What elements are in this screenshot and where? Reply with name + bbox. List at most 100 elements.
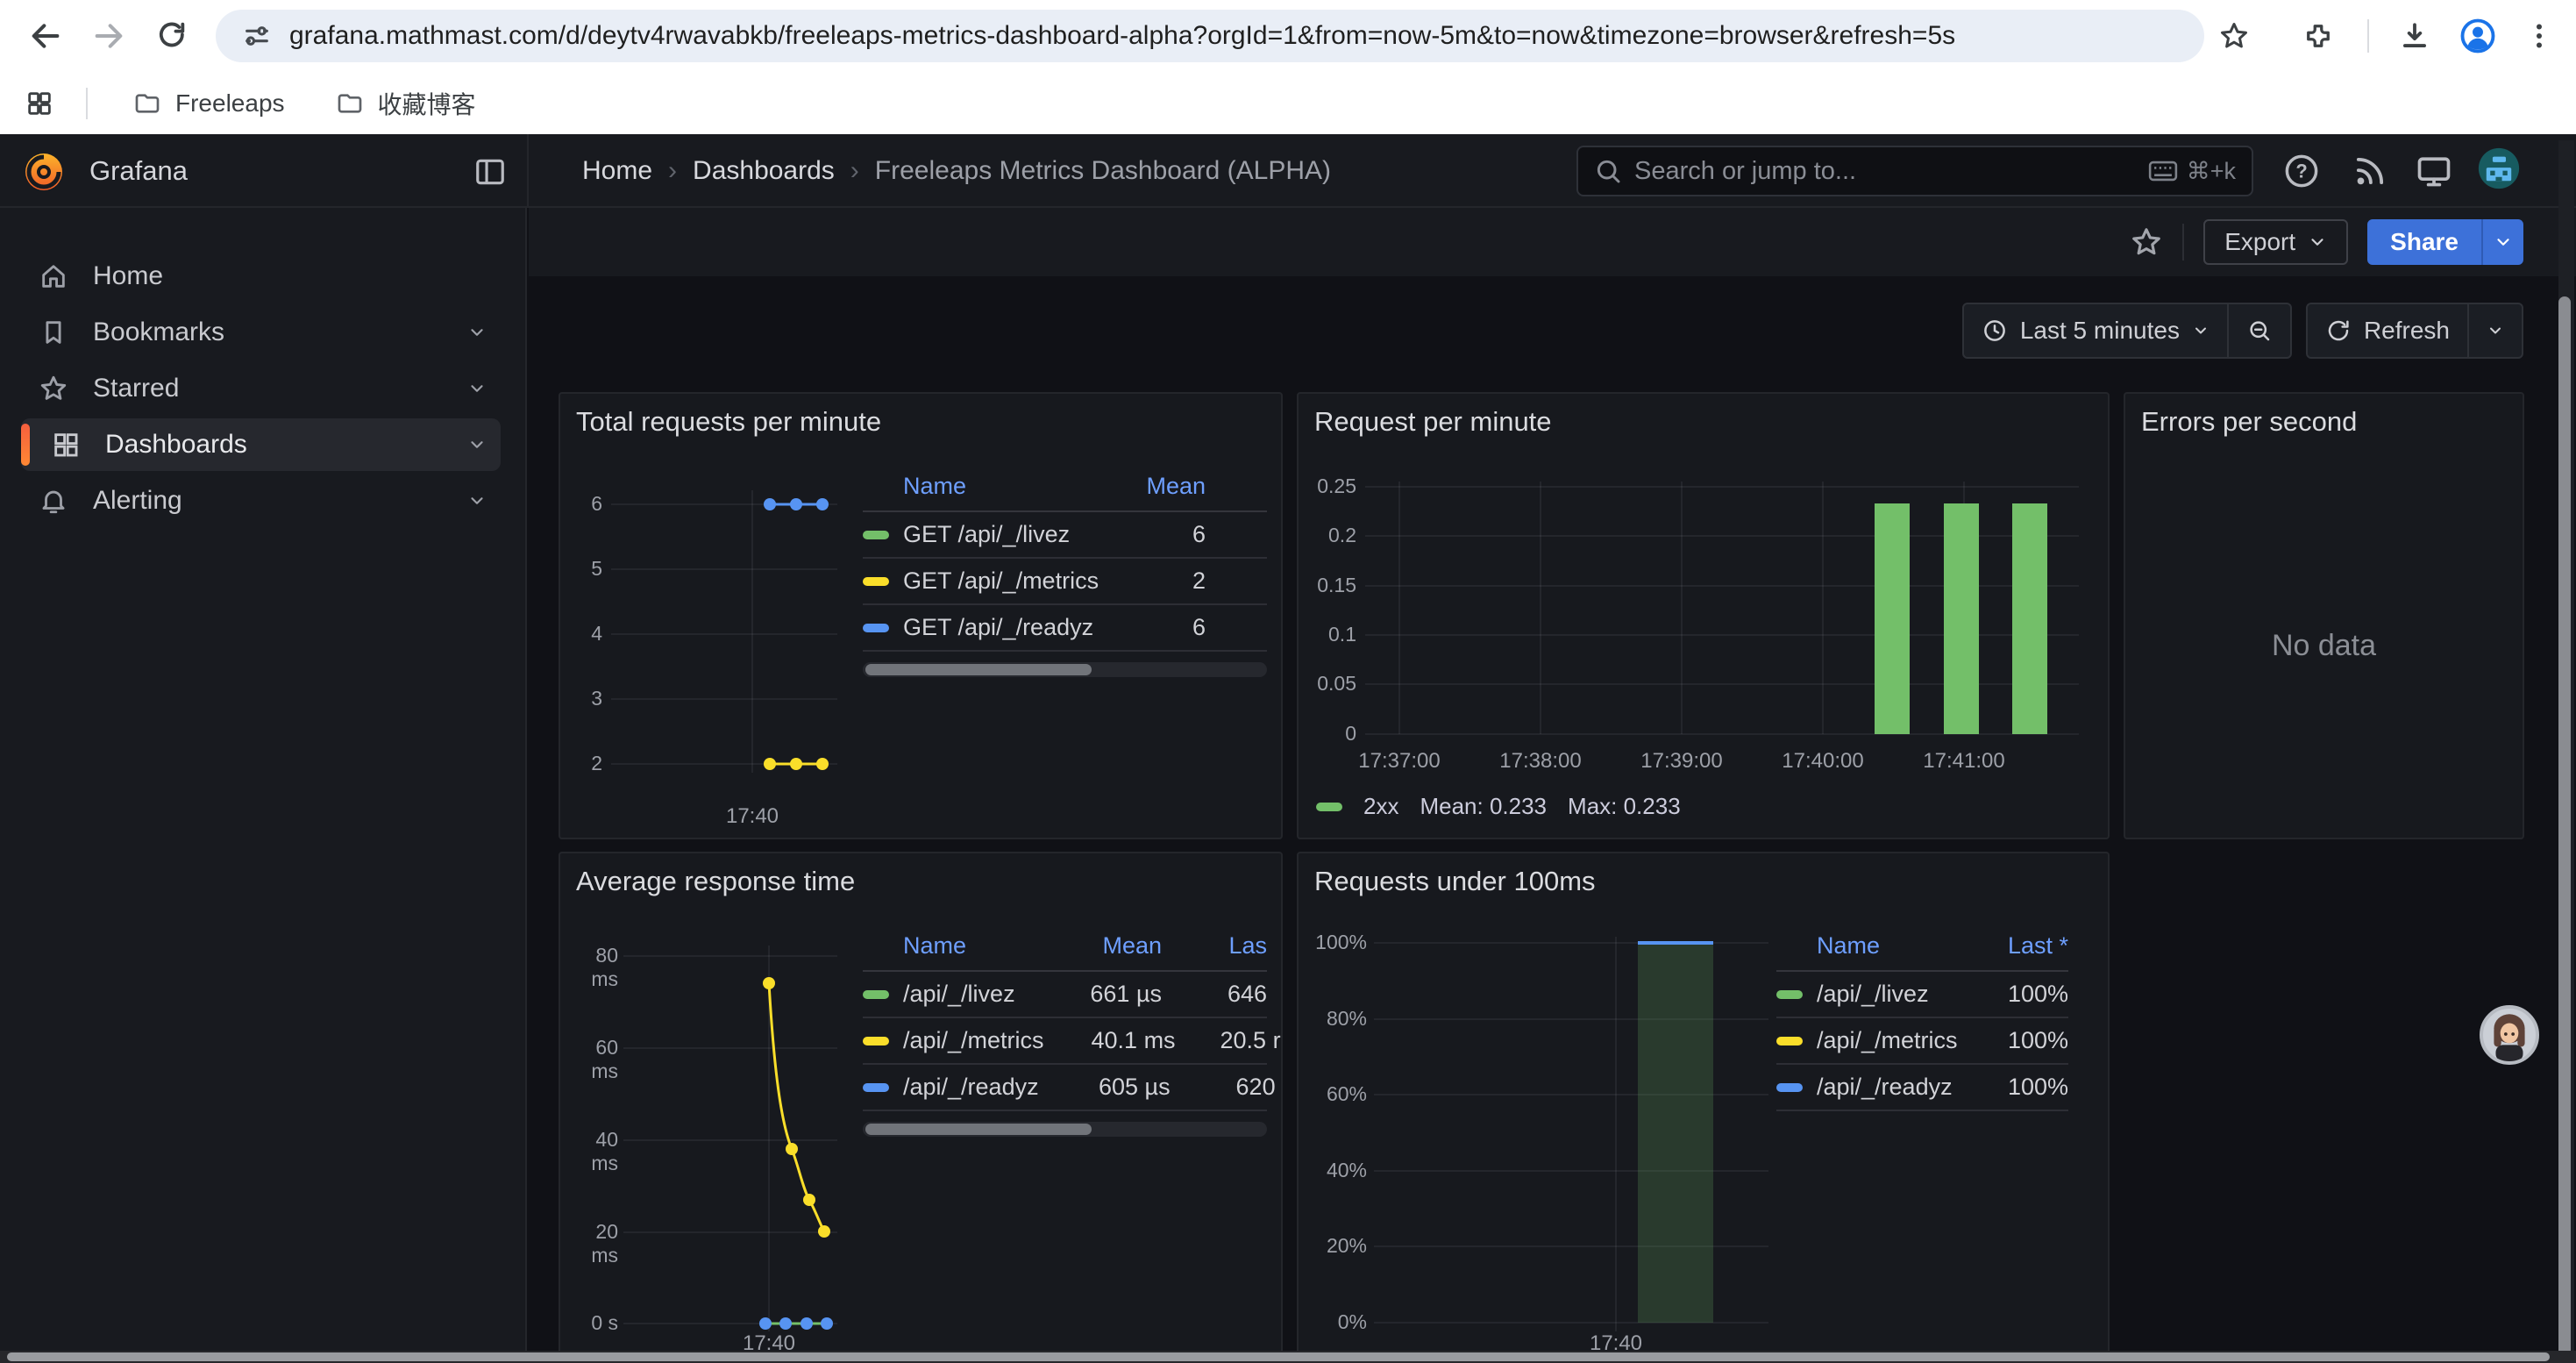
legend-scrollbar[interactable] (863, 662, 1267, 677)
url-input[interactable] (289, 21, 2178, 51)
address-bar[interactable] (216, 10, 2204, 62)
time-range-picker[interactable]: Last 5 minutes (1964, 304, 2227, 357)
help-button[interactable]: ? (2281, 150, 2323, 192)
series-name[interactable]: /api/_/readyz (1817, 1074, 1972, 1101)
bar-2xx[interactable] (1875, 503, 1910, 734)
news-button[interactable] (2349, 150, 2391, 192)
legend-row[interactable]: /api/_/readyz 605 µs 620 (863, 1065, 1267, 1111)
apps-grid-icon[interactable] (25, 89, 54, 118)
bar-chart[interactable] (1365, 482, 2079, 745)
series-name[interactable]: /api/_/readyz (903, 1074, 1039, 1101)
series-last: 100% (1972, 981, 2068, 1008)
share-label[interactable]: Share (2367, 219, 2481, 265)
bar-under-100ms[interactable] (1638, 943, 1713, 1323)
series-name[interactable]: /api/_/metrics (1817, 1027, 1972, 1054)
legend-header-name[interactable]: Name (903, 473, 1118, 500)
series-name[interactable]: 2xx (1363, 793, 1398, 820)
downloads-button[interactable] (2390, 11, 2439, 61)
browser-menu-button[interactable] (2515, 11, 2564, 61)
sidebar-item-starred[interactable]: Starred (21, 362, 501, 415)
series-name[interactable]: GET /api/_/readyz (903, 614, 1118, 641)
scrollbar-thumb[interactable] (7, 1352, 2550, 1361)
assistant-avatar[interactable] (2480, 1005, 2539, 1065)
series-name[interactable]: GET /api/_/metrics (903, 567, 1118, 595)
series-swatch (1776, 1037, 1803, 1045)
zoom-out-button[interactable] (2229, 304, 2290, 357)
refresh-button[interactable]: Refresh (2308, 304, 2467, 357)
series-name[interactable]: GET /api/_/livez (903, 521, 1118, 548)
vertical-scrollbar[interactable] (2558, 140, 2574, 1351)
breadcrumb: Home › Dashboards › Freeleaps Metrics Da… (582, 134, 1331, 208)
extensions-button[interactable] (2294, 11, 2343, 61)
panel-title[interactable]: Requests under 100ms (1314, 866, 1596, 897)
panel-requests-under-100ms[interactable]: Requests under 100ms 100% 80% 60% 40% 20… (1297, 852, 2110, 1363)
legend-row[interactable]: /api/_/metrics 40.1 ms 20.5 r (863, 1018, 1267, 1065)
panel-total-requests-per-minute[interactable]: Total requests per minute 6 5 4 3 2 17:4… (559, 392, 1283, 839)
legend-scrollbar[interactable] (863, 1122, 1267, 1137)
timeseries-chart[interactable] (611, 482, 837, 780)
browser-forward-button[interactable] (84, 11, 133, 61)
share-dropdown-button[interactable] (2481, 219, 2523, 265)
legend-row[interactable]: /api/_/livez 661 µs 646 (863, 972, 1267, 1018)
series-name[interactable]: /api/_/metrics (903, 1027, 1044, 1054)
search-input[interactable] (1634, 157, 2136, 186)
sidebar-item-home[interactable]: Home (21, 250, 501, 303)
series-name[interactable]: /api/_/livez (903, 981, 1030, 1008)
series-name[interactable]: /api/_/livez (1817, 981, 1972, 1008)
chevron-down-icon[interactable] (467, 435, 487, 454)
legend-row[interactable]: /api/_/livez 100% (1776, 972, 2068, 1018)
grafana-brand[interactable]: Grafana (21, 134, 188, 208)
panel-errors-per-second[interactable]: Errors per second No data (2124, 392, 2524, 839)
chevron-down-icon[interactable] (467, 323, 487, 342)
browser-reload-button[interactable] (147, 11, 196, 61)
bar-2xx[interactable] (2012, 503, 2047, 734)
legend-row[interactable]: /api/_/readyz 100% (1776, 1065, 2068, 1111)
legend-row[interactable]: GET /api/_/readyz 6 (863, 605, 1267, 652)
panel-title[interactable]: Errors per second (2141, 406, 2357, 438)
legend-header-mean[interactable]: Mean (1118, 473, 1267, 500)
breadcrumb-home[interactable]: Home (582, 156, 652, 186)
favorite-dashboard-button[interactable] (2130, 225, 2163, 259)
sidebar-item-dashboards[interactable]: Dashboards (21, 418, 501, 471)
legend-header-name[interactable]: Name (903, 932, 1030, 960)
scrollbar-thumb[interactable] (2558, 296, 2571, 1363)
browser-profile-button[interactable] (2453, 11, 2502, 61)
scrollbar-thumb[interactable] (865, 664, 1092, 675)
chevron-down-icon[interactable] (467, 491, 487, 510)
breadcrumb-dashboards[interactable]: Dashboards (693, 156, 835, 186)
legend-row[interactable]: GET /api/_/metrics 2 (863, 559, 1267, 605)
series-swatch (863, 577, 889, 586)
legend-header-last[interactable]: Las (1162, 932, 1267, 960)
panel-request-per-minute[interactable]: Request per minute 0.25 0.2 0.15 0.1 0.0… (1297, 392, 2110, 839)
search-bar[interactable]: ⌘+k (1576, 146, 2253, 196)
legend-row[interactable]: GET /api/_/livez 6 (863, 512, 1267, 559)
share-button[interactable]: Share (2367, 219, 2523, 265)
export-button[interactable]: Export (2203, 219, 2348, 265)
bar-chart[interactable] (1374, 932, 1768, 1345)
bookmark-page-button[interactable] (2210, 11, 2259, 61)
bar-2xx[interactable] (1944, 503, 1979, 734)
site-settings-icon[interactable] (242, 21, 272, 51)
panel-title[interactable]: Total requests per minute (576, 406, 881, 438)
panel-title[interactable]: Average response time (576, 866, 855, 897)
scrollbar-thumb[interactable] (865, 1124, 1092, 1135)
legend-header-mean[interactable]: Mean (1030, 932, 1162, 960)
timeseries-chart[interactable] (623, 941, 837, 1362)
chevron-down-icon[interactable] (467, 379, 487, 398)
bookmark-folder-freeleaps[interactable]: Freeleaps (119, 82, 299, 125)
refresh-interval-button[interactable] (2469, 304, 2522, 357)
panel-title[interactable]: Request per minute (1314, 406, 1552, 438)
horizontal-scrollbar[interactable] (0, 1351, 2576, 1363)
bookmark-folder-blogs[interactable]: 收藏博客 (322, 79, 490, 128)
browser-back-button[interactable] (21, 11, 70, 61)
legend-row[interactable]: /api/_/metrics 100% (1776, 1018, 2068, 1065)
sidebar-toggle-button[interactable] (470, 152, 510, 192)
kiosk-mode-button[interactable] (2413, 150, 2455, 192)
sidebar-item-bookmarks[interactable]: Bookmarks (21, 306, 501, 359)
legend-header-name[interactable]: Name (1817, 932, 1972, 960)
panel-average-response-time[interactable]: Average response time 80 ms 60 ms 40 ms … (559, 852, 1283, 1363)
legend-header-last[interactable]: Last * (1972, 932, 2068, 960)
user-avatar[interactable] (2478, 147, 2520, 189)
y-tick: 0 (1307, 722, 1356, 746)
sidebar-item-alerting[interactable]: Alerting (21, 475, 501, 527)
